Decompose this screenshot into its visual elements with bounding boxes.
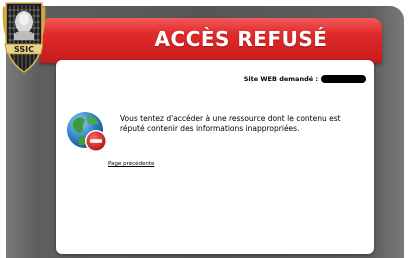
logo-text: SSIC (14, 45, 34, 54)
page-title: ACCÈS REFUSÉ (154, 27, 328, 51)
redacted-url (321, 75, 366, 83)
globe-no-entry-icon (67, 112, 107, 152)
header-banner: ACCÈS REFUSÉ (40, 18, 382, 63)
content-panel: Site WEB demandé : Vous tentez d'accéder… (56, 60, 374, 254)
requested-site-label: Site WEB demandé : (243, 75, 318, 83)
previous-page-link[interactable]: Page précédente (108, 161, 154, 167)
blocked-message: Vous tentez d'accéder à une ressource do… (120, 114, 341, 133)
requested-site-row: Site WEB demandé : (244, 75, 366, 83)
ssic-emblem-icon: SSIC (2, 2, 46, 73)
